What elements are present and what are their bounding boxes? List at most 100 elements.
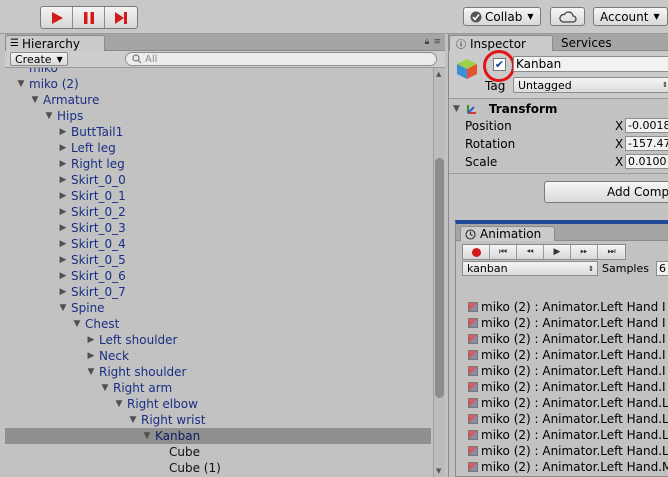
position-x-field[interactable]: -0.0018 bbox=[625, 118, 668, 133]
tree-item[interactable]: miko bbox=[5, 68, 431, 76]
tree-item[interactable]: ▼ Right elbow bbox=[5, 396, 431, 412]
tree-item[interactable]: ▶ Left leg bbox=[5, 140, 431, 156]
menu-icon[interactable]: ≡ bbox=[433, 37, 441, 47]
scrollbar-thumb[interactable] bbox=[435, 158, 444, 398]
add-component-button[interactable]: Add Comp bbox=[544, 181, 668, 203]
tree-item[interactable]: ▼ Chest bbox=[5, 316, 431, 332]
collapse-arrow-icon[interactable]: ▶ bbox=[57, 239, 69, 249]
hierarchy-scrollbar[interactable]: ▲ ▼ bbox=[433, 68, 445, 477]
collapse-arrow-icon[interactable]: ▶ bbox=[85, 351, 97, 361]
animation-property-row[interactable]: miko (2) : Animator.Left Hand.L bbox=[468, 443, 668, 459]
step-button[interactable] bbox=[105, 7, 137, 28]
collapse-arrow-icon[interactable]: ▶ bbox=[57, 255, 69, 265]
tab-inspector[interactable]: ⓘ Inspector bbox=[449, 35, 553, 51]
animation-property-row[interactable]: miko (2) : Animator.Left Hand.I bbox=[468, 347, 668, 363]
animation-property-row[interactable]: miko (2) : Animator.Left Hand I bbox=[468, 315, 668, 331]
tree-item[interactable]: ▶ Skirt_0_3 bbox=[5, 220, 431, 236]
tree-item[interactable]: ▼ Kanban bbox=[5, 428, 431, 444]
animation-property-row[interactable]: miko (2) : Animator.Left Hand.I bbox=[468, 379, 668, 395]
search-input[interactable]: All bbox=[125, 52, 437, 66]
expand-arrow-icon[interactable]: ▼ bbox=[99, 383, 111, 393]
tree-item[interactable]: ▼ Armature bbox=[5, 92, 431, 108]
animator-property-icon bbox=[468, 462, 478, 472]
expand-arrow-icon[interactable]: ▼ bbox=[71, 319, 83, 329]
expand-arrow-icon[interactable]: ▼ bbox=[57, 303, 69, 313]
scale-x-field[interactable]: 0.0100 bbox=[625, 154, 668, 169]
samples-field[interactable]: 6 bbox=[656, 261, 668, 276]
collapse-arrow-icon[interactable]: ▶ bbox=[57, 223, 69, 233]
tab-services[interactable]: Services bbox=[555, 35, 635, 51]
collapse-arrow-icon[interactable]: ▶ bbox=[85, 335, 97, 345]
collapse-arrow-icon[interactable]: ▶ bbox=[57, 287, 69, 297]
prev-keyframe-button[interactable]: ⏪︎ bbox=[517, 245, 544, 259]
object-name-field[interactable]: Kanban bbox=[513, 56, 668, 72]
tree-item[interactable]: ▶ ButtTail1 bbox=[5, 124, 431, 140]
last-keyframe-button[interactable]: ⏭ bbox=[598, 245, 625, 259]
tree-item[interactable]: ▼ Right shoulder bbox=[5, 364, 431, 380]
tree-item[interactable]: Cube bbox=[5, 444, 431, 460]
tree-item[interactable]: ▶ Skirt_0_0 bbox=[5, 172, 431, 188]
tree-item[interactable]: Cube (1) bbox=[5, 460, 431, 476]
tree-item-label: Right leg bbox=[71, 157, 125, 171]
tree-item[interactable]: ▼ Right arm bbox=[5, 380, 431, 396]
animation-property-row[interactable]: miko (2) : Animator.Left Hand.L bbox=[468, 427, 668, 443]
expand-arrow-icon[interactable]: ▼ bbox=[43, 111, 55, 121]
collapse-arrow-icon[interactable]: ▶ bbox=[57, 127, 69, 137]
collapse-arrow-icon[interactable]: ▶ bbox=[57, 175, 69, 185]
expand-arrow-icon[interactable]: ▼ bbox=[29, 95, 41, 105]
create-label: Create bbox=[15, 52, 52, 66]
animation-property-row[interactable]: miko (2) : Animator.Left Hand.L bbox=[468, 395, 668, 411]
expand-arrow-icon[interactable]: ▼ bbox=[141, 431, 153, 441]
tree-item[interactable]: ▶ Right leg bbox=[5, 156, 431, 172]
animation-property-row[interactable]: miko (2) : Animator.Left Hand.I bbox=[468, 363, 668, 379]
next-keyframe-button[interactable]: ⏩︎ bbox=[571, 245, 598, 259]
tree-item[interactable]: ▼ miko (2) bbox=[5, 76, 431, 92]
tag-dropdown[interactable]: Untagged ⇕ bbox=[513, 77, 668, 93]
create-dropdown[interactable]: Create ▼ bbox=[10, 52, 68, 66]
tree-item[interactable]: ▶ Neck bbox=[5, 348, 431, 364]
play-button[interactable] bbox=[41, 7, 73, 28]
tree-item[interactable]: ▶ Skirt_0_6 bbox=[5, 268, 431, 284]
collapse-arrow-icon[interactable]: ▶ bbox=[57, 271, 69, 281]
collapse-arrow-icon[interactable]: ▶ bbox=[57, 143, 69, 153]
tab-hierarchy[interactable]: ☰ Hierarchy bbox=[5, 35, 105, 51]
expand-arrow-icon[interactable]: ▼ bbox=[85, 367, 97, 377]
play-anim-button[interactable]: ▶ bbox=[544, 245, 571, 259]
record-button[interactable] bbox=[463, 245, 490, 259]
expand-arrow-icon[interactable]: ▼ bbox=[15, 79, 27, 89]
tree-item[interactable]: ▶ Skirt_0_1 bbox=[5, 188, 431, 204]
collab-button[interactable]: Collab ▼ bbox=[463, 7, 541, 26]
cloud-button[interactable] bbox=[550, 7, 585, 26]
tree-item[interactable]: ▶ Skirt_0_2 bbox=[5, 204, 431, 220]
tree-item[interactable]: ▶ Skirt_0_4 bbox=[5, 236, 431, 252]
scroll-up-icon[interactable]: ▲ bbox=[436, 70, 441, 78]
expand-arrow-icon[interactable]: ▼ bbox=[113, 399, 125, 409]
tree-item[interactable]: ▼ Hips bbox=[5, 108, 431, 124]
animation-property-row[interactable]: miko (2) : Animator.Left Hand.I bbox=[468, 331, 668, 347]
collapse-arrow-icon[interactable]: ▶ bbox=[57, 159, 69, 169]
rotation-x-field[interactable]: -157.47 bbox=[625, 136, 668, 151]
animation-property-row[interactable]: miko (2) : Animator.Left Hand.L bbox=[468, 411, 668, 427]
first-keyframe-button[interactable]: ⏮ bbox=[490, 245, 517, 259]
tree-item[interactable]: ▼ Right wrist bbox=[5, 412, 431, 428]
tree-item[interactable]: ▼ Spine bbox=[5, 300, 431, 316]
main-toolbar: Collab ▼ Account ▼ bbox=[0, 0, 668, 34]
lock-icon[interactable]: 🔒︎ bbox=[425, 37, 430, 47]
animation-property-row[interactable]: miko (2) : Animator.Left Hand.M bbox=[468, 459, 668, 475]
tree-item[interactable]: ▶ Skirt_0_7 bbox=[5, 284, 431, 300]
pause-button[interactable] bbox=[73, 7, 105, 28]
tree-item[interactable]: ▶ Left shoulder bbox=[5, 332, 431, 348]
collapse-arrow-icon[interactable]: ▶ bbox=[57, 191, 69, 201]
transform-header[interactable]: ▼ Transform bbox=[449, 100, 668, 117]
scroll-down-icon[interactable]: ▼ bbox=[436, 467, 441, 475]
updown-icon: ⇕ bbox=[588, 264, 594, 273]
clip-dropdown[interactable]: kanban ⇕ bbox=[462, 261, 598, 276]
expand-arrow-icon[interactable]: ▼ bbox=[127, 415, 139, 425]
tab-animation[interactable]: Animation bbox=[460, 226, 555, 241]
collapse-arrow-icon[interactable]: ▶ bbox=[57, 207, 69, 217]
animation-property-row[interactable]: miko (2) : Animator.Left Hand I bbox=[468, 299, 668, 315]
tree-item[interactable]: ▶ Skirt_0_5 bbox=[5, 252, 431, 268]
animator-property-icon bbox=[468, 446, 478, 456]
account-button[interactable]: Account ▼ bbox=[593, 7, 668, 26]
transform-icon bbox=[466, 104, 476, 114]
